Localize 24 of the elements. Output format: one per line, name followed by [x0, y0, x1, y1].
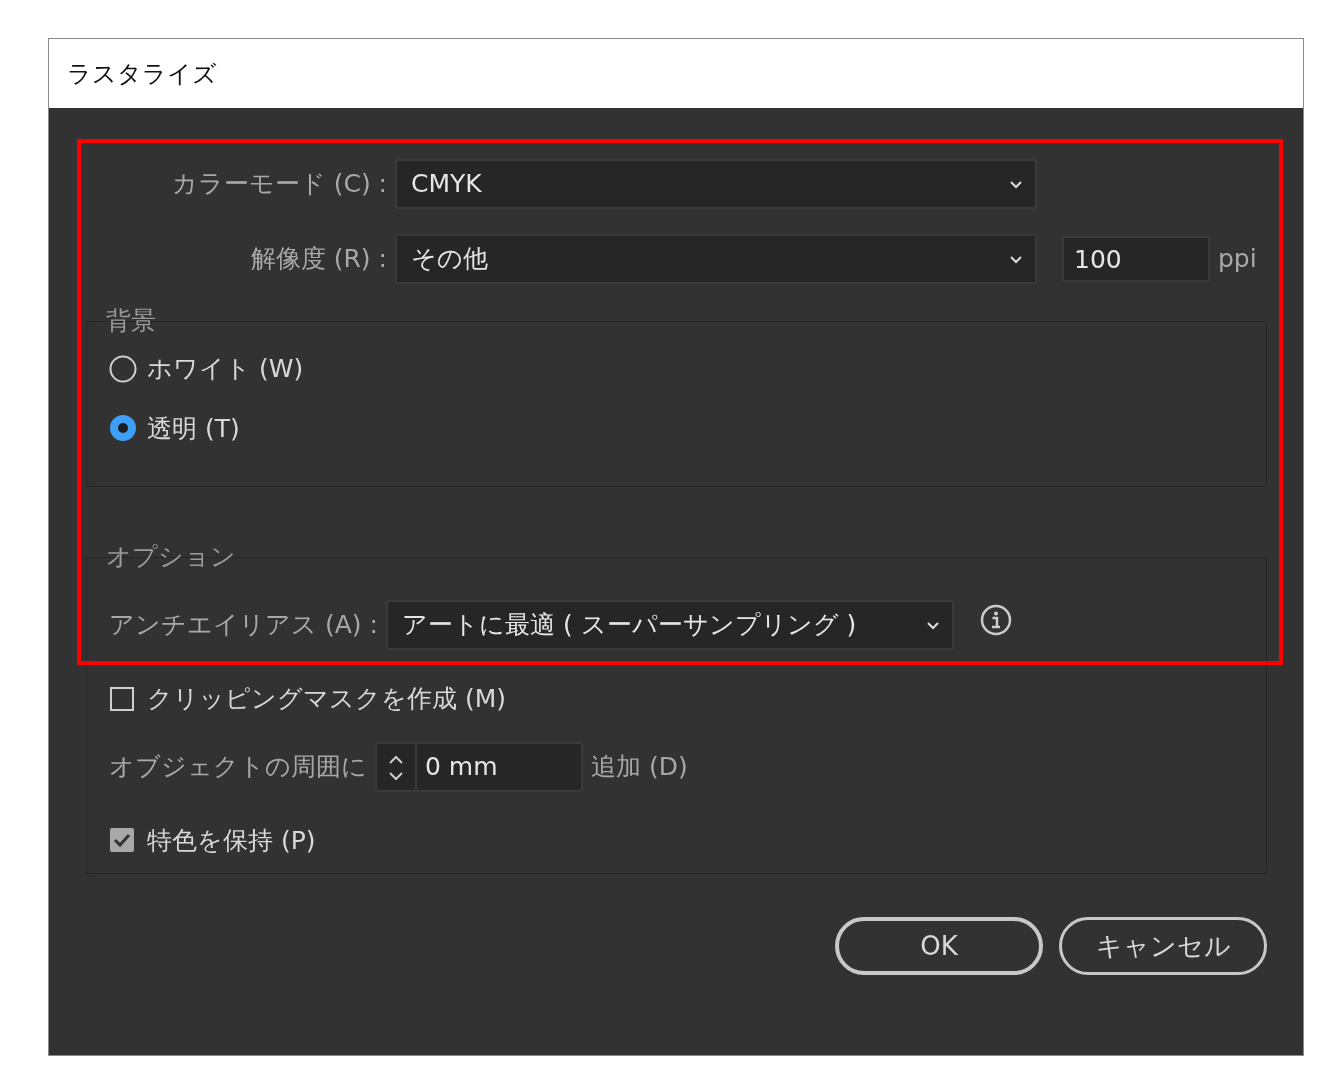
dropdown-value: CMYK: [411, 168, 482, 201]
antialias-label: アンチエイリアス (A) :: [109, 609, 379, 642]
dropdown-value: アートに最適 ( スーパーサンプリング ): [401, 609, 857, 642]
ppi-input-field[interactable]: 100: [1062, 236, 1210, 282]
resolution-dropdown[interactable]: その他: [395, 234, 1037, 284]
spinner-field[interactable]: 0 mm: [375, 741, 583, 792]
checkbox-label[interactable]: 特色を保持 (P): [147, 821, 316, 859]
window-title: ラスタライズ: [67, 58, 217, 90]
ok-button[interactable]: OK: [835, 917, 1043, 975]
group-title: 背景: [105, 306, 157, 336]
antialias-dropdown[interactable]: アートに最適 ( スーパーサンプリング ): [385, 600, 954, 650]
checkbox-label[interactable]: クリッピングマスクを作成 (M): [147, 680, 507, 718]
add-around-label: オブジェクトの周囲に: [109, 750, 367, 783]
radio-label[interactable]: ホワイト (W): [147, 350, 304, 388]
dropdown-value: その他: [411, 243, 488, 276]
color-mode-label: カラーモード (C) :: [170, 168, 388, 201]
color-mode-dropdown[interactable]: CMYK: [395, 159, 1037, 209]
spinner-value: 0 mm: [415, 743, 581, 790]
cancel-button[interactable]: キャンセル: [1059, 917, 1267, 975]
resolution-label: 解像度 (R) :: [249, 243, 388, 276]
add-suffix-label: 追加 (D): [591, 750, 688, 783]
group-title: オプション: [105, 542, 237, 572]
radio-label[interactable]: 透明 (T): [147, 409, 240, 447]
unit-label: ppi: [1218, 243, 1257, 276]
